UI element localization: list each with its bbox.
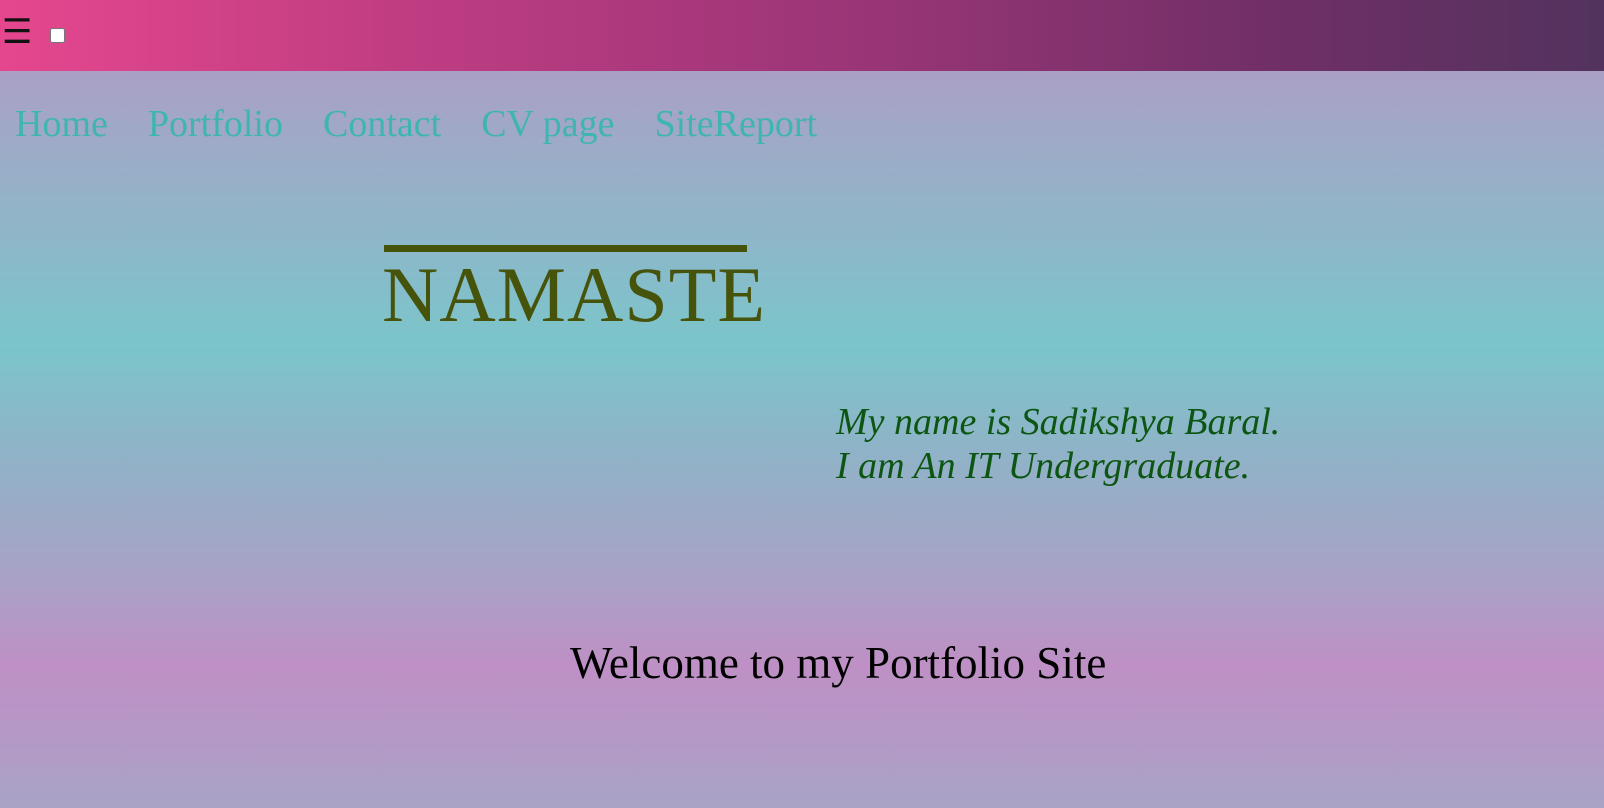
top-bar: ☰ (0, 0, 1604, 71)
nav-link-portfolio[interactable]: Portfolio (148, 100, 283, 148)
hamburger-menu-icon[interactable]: ☰ (2, 10, 32, 54)
menu-toggle-checkbox[interactable] (50, 28, 65, 43)
intro-text: My name is Sadikshya Baral. I am An IT U… (836, 400, 1280, 488)
nav-link-contact[interactable]: Contact (323, 100, 441, 148)
nav-link-home[interactable]: Home (15, 100, 108, 148)
intro-line-name: My name is Sadikshya Baral. (836, 401, 1281, 443)
welcome-message: Welcome to my Portfolio Site (570, 638, 1107, 688)
main-nav: Home Portfolio Contact CV page SiteRepor… (15, 100, 817, 148)
intro-line-role: I am An IT Undergraduate. (836, 445, 1251, 487)
nav-link-cv-page[interactable]: CV page (481, 100, 614, 148)
nav-link-site-report[interactable]: SiteReport (655, 100, 818, 148)
page-title: NAMASTE (382, 251, 767, 338)
